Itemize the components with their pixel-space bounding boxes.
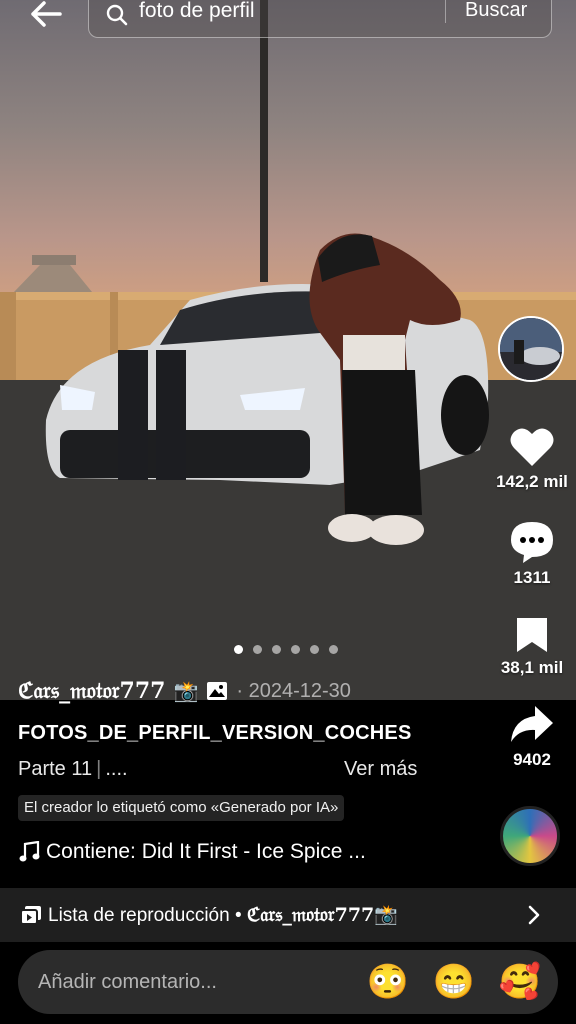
playlist-label: Lista de reproducción • ℭ𝔞𝔯𝔰_𝔪𝔬𝔱𝔬𝔯777📸 [48,903,398,927]
like-action[interactable]: 142,2 mil [490,426,574,492]
back-button[interactable] [24,0,68,28]
author-badge: 📸 [173,680,199,703]
chevron-right-icon [528,905,540,925]
like-count: 142,2 mil [496,472,568,491]
arrow-left-icon [31,1,62,27]
creator-avatar[interactable] [498,316,564,382]
music-info[interactable]: Contiene: Did It First - Ice Spice ... [18,840,366,864]
top-bar: foto de perfil Buscar [0,0,576,44]
post-title: FOTOS_DE_PERFIL_VERSION_COCHES [18,722,412,744]
emoji-grin-button[interactable]: 😁 [432,960,476,1004]
author-row: ℭ𝔞𝔯𝔰_𝔪𝔬𝔱𝔬𝔯777 📸 · 2024-12-30 [18,676,351,706]
share-arrow-icon [511,706,553,742]
see-more-button[interactable]: Ver más [344,758,417,781]
carousel-dot [310,645,319,654]
playlist-bar[interactable]: Lista de reproducción • ℭ𝔞𝔯𝔰_𝔪𝔬𝔱𝔬𝔯777📸 [0,888,576,942]
post-date: · 2024-12-30 [236,679,351,702]
part-separator: | [96,758,102,780]
comment-icon [511,522,553,563]
playlist-brand: ℭ𝔞𝔯𝔰_𝔪𝔬𝔱𝔬𝔯777📸 [246,904,398,926]
music-title: Contiene: Did It First - Ice Spice ... [46,840,366,863]
comment-input[interactable]: Añadir comentario... 😳 😁 🥰 [18,950,558,1014]
bookmark-icon [517,618,547,652]
emoji-hearts-button[interactable]: 🥰 [498,960,542,1004]
photo-post-icon [207,682,228,700]
search-input[interactable]: foto de perfil Buscar [88,0,552,38]
ai-generated-label[interactable]: El creador lo etiquetó como «Generado po… [18,795,345,821]
save-action[interactable]: 38,1 mil [490,616,574,678]
music-note-icon [19,841,40,862]
music-disc[interactable] [500,806,560,866]
search-icon [106,4,128,26]
playlist-icon [20,906,41,925]
carousel-dot [272,645,281,654]
part-label: Parte 11 [18,758,93,780]
author-name[interactable]: ℭ𝔞𝔯𝔰_𝔪𝔬𝔱𝔬𝔯777 [18,678,165,704]
search-divider [445,0,446,23]
post-part: Parte 11 |.... [18,758,128,781]
share-count: 9402 [513,750,551,769]
carousel-indicator [234,645,338,654]
car-photo-illustration [0,0,576,700]
carousel-dot [329,645,338,654]
share-action[interactable]: 9402 [490,704,574,770]
search-query[interactable]: foto de perfil [139,0,255,23]
comment-placeholder: Añadir comentario... [38,971,217,993]
carousel-dot [234,645,243,654]
carousel-dot [291,645,300,654]
comment-count: 1311 [513,568,551,587]
save-count: 38,1 mil [500,658,564,677]
search-button[interactable]: Buscar [465,0,527,22]
carousel-dot [253,645,262,654]
comment-action[interactable]: 1311 [490,520,574,588]
part-suffix: .... [105,758,128,780]
post-image[interactable] [0,0,576,700]
emoji-flushed-button[interactable]: 😳 [366,960,410,1004]
playlist-prefix: Lista de reproducción • [48,905,247,926]
heart-icon [510,428,554,466]
